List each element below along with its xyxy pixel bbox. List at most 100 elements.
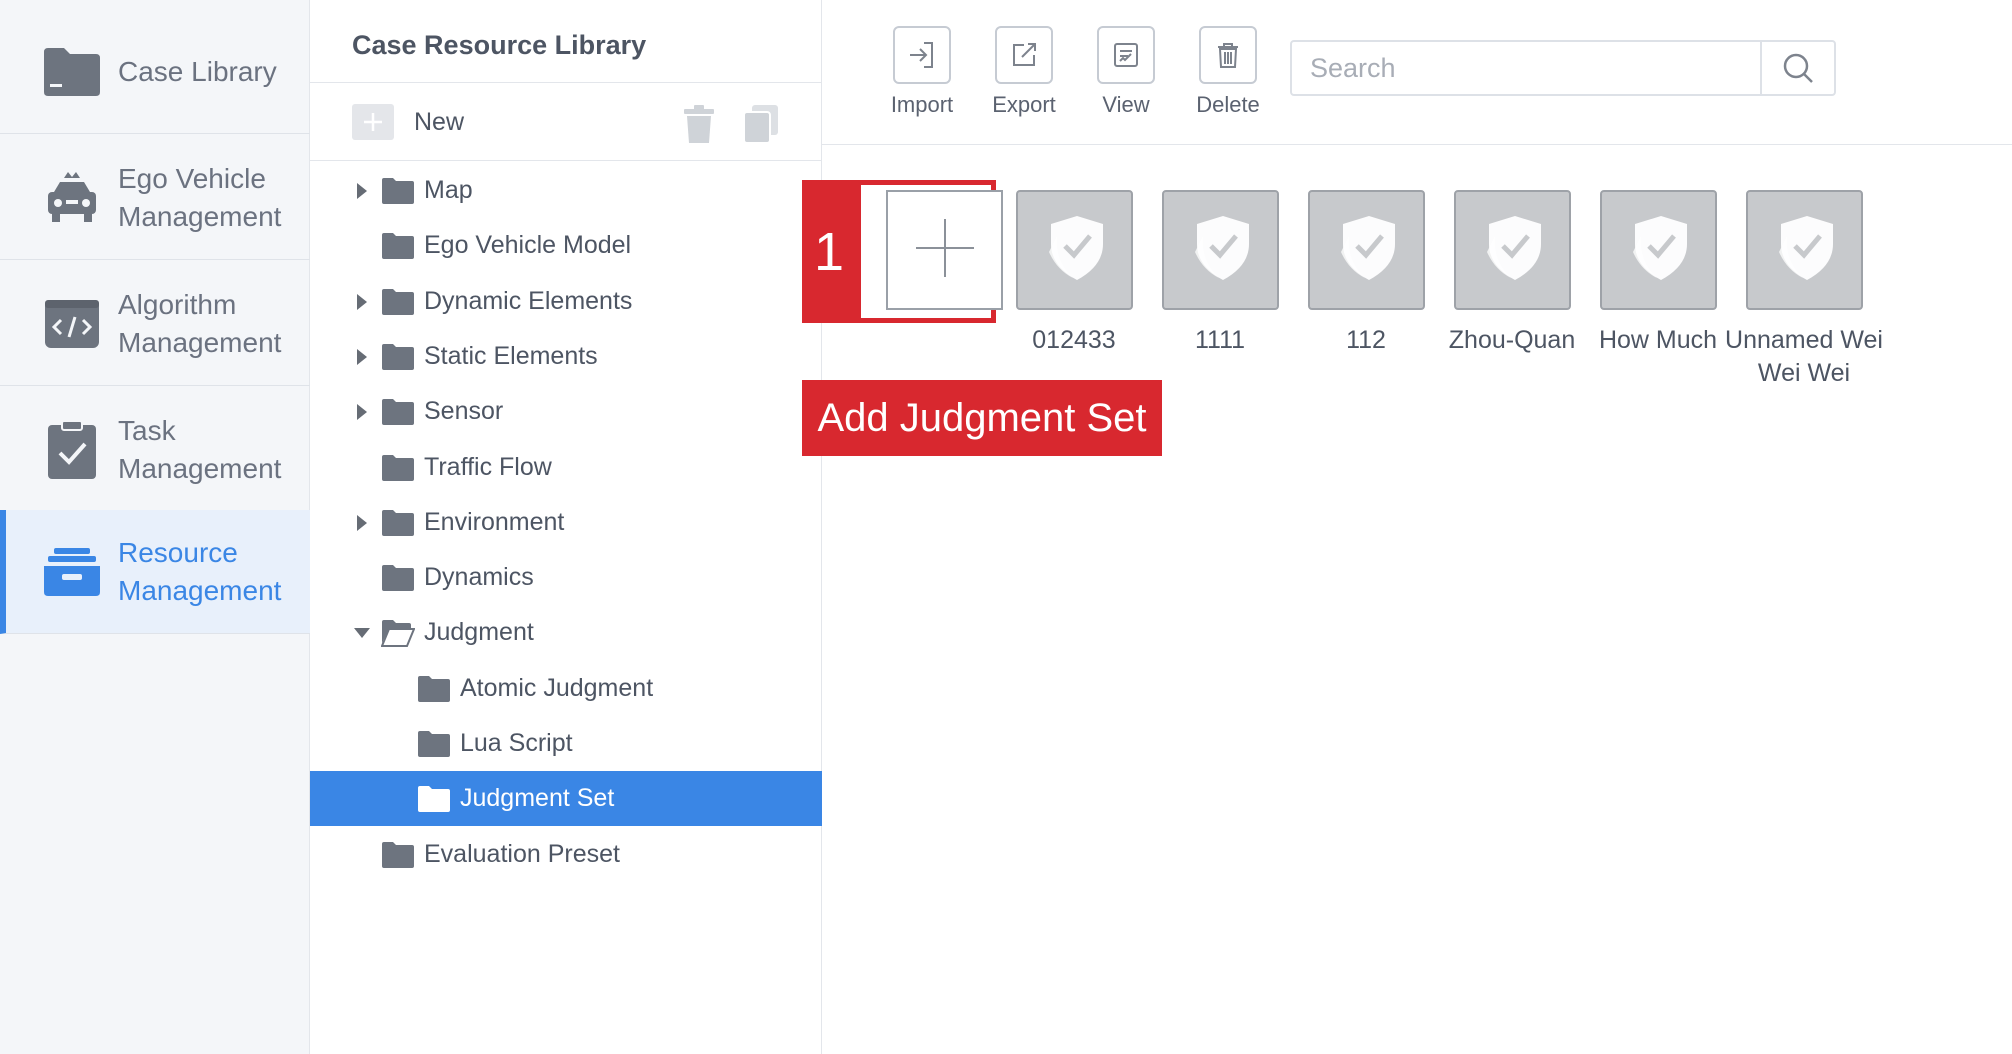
tree-item[interactable]: Map bbox=[310, 163, 822, 218]
tree-toolbar: New bbox=[310, 83, 822, 161]
left-nav: Case Library Ego Vehicle Management Algo… bbox=[0, 0, 310, 1054]
nav-label: Resource Management bbox=[118, 536, 282, 606]
tree-item-label: Atomic Judgment bbox=[460, 674, 654, 702]
panel-title: Case Resource Library bbox=[352, 30, 647, 60]
callout-label: Add Judgment Set bbox=[802, 380, 1162, 456]
add-judgment-set-button[interactable] bbox=[886, 190, 1003, 310]
tree-item-label: Lua Script bbox=[460, 729, 573, 757]
import-icon bbox=[893, 26, 951, 84]
tree-item-label: Evaluation Preset bbox=[424, 840, 620, 868]
clipboard-check-icon bbox=[40, 418, 104, 482]
new-button[interactable]: New bbox=[352, 102, 464, 142]
tree-item-label: Judgment bbox=[424, 618, 534, 646]
tree-item[interactable]: Judgment Set bbox=[310, 771, 822, 826]
tree-item[interactable]: Judgment bbox=[310, 605, 822, 660]
judgment-set-tile[interactable] bbox=[1454, 190, 1571, 310]
callout-step-number: 1 bbox=[802, 180, 856, 323]
view-label: View bbox=[1102, 92, 1150, 117]
tree-item-label: Sensor bbox=[424, 397, 504, 425]
caret-right-icon[interactable] bbox=[353, 181, 371, 201]
tree-item[interactable]: Dynamic Elements bbox=[310, 274, 822, 329]
shield-check-icon bbox=[1043, 212, 1107, 289]
folder-icon bbox=[417, 675, 451, 703]
export-label: Export bbox=[992, 92, 1056, 117]
folder-icon bbox=[417, 785, 451, 813]
nav-label: Case Library bbox=[118, 55, 277, 87]
caret-right-icon[interactable] bbox=[353, 513, 371, 533]
nav-item-case-library[interactable]: Case Library bbox=[0, 10, 310, 134]
tree-item[interactable]: Static Elements bbox=[310, 329, 822, 384]
tree-item[interactable]: Environment bbox=[310, 495, 822, 550]
caret-down-icon[interactable] bbox=[353, 623, 371, 643]
new-button-label: New bbox=[414, 107, 465, 136]
folder-icon bbox=[417, 730, 451, 758]
tree-item[interactable]: Dynamics bbox=[310, 550, 822, 605]
tree-item-label: Judgment Set bbox=[460, 784, 615, 812]
tree-item-label: Traffic Flow bbox=[424, 453, 552, 481]
nav-label: Algorithm Management bbox=[118, 288, 282, 358]
nav-item-ego-vehicle-management[interactable]: Ego Vehicle Management bbox=[0, 136, 310, 260]
judgment-set-tile[interactable] bbox=[1746, 190, 1863, 310]
folder-icon bbox=[381, 564, 415, 592]
judgment-set-label: Unnamed Wei Wei Wei bbox=[1725, 326, 1883, 387]
copy-icon[interactable] bbox=[742, 103, 780, 145]
nav-label: Task Management bbox=[118, 414, 282, 484]
delete-button[interactable]: Delete bbox=[1180, 26, 1280, 122]
search-input[interactable] bbox=[1292, 42, 1760, 94]
tree-item[interactable]: Evaluation Preset bbox=[310, 827, 822, 882]
tree-item-label: Map bbox=[424, 176, 473, 204]
nav-label: Ego Vehicle Management bbox=[118, 162, 282, 232]
shield-check-icon bbox=[1773, 212, 1837, 289]
import-button[interactable]: Import bbox=[874, 26, 974, 122]
judgment-set-label: 112 bbox=[1346, 326, 1386, 354]
folder-icon bbox=[381, 177, 415, 205]
caret-right-icon[interactable] bbox=[353, 292, 371, 312]
tree-item[interactable]: Sensor bbox=[310, 384, 822, 439]
caret-right-icon[interactable] bbox=[353, 402, 371, 422]
judgment-set-tile[interactable] bbox=[1162, 190, 1279, 310]
shield-check-icon bbox=[1481, 212, 1545, 289]
nav-item-algorithm-management[interactable]: Algorithm Management bbox=[0, 262, 310, 386]
judgment-set-label: Zhou-Quan bbox=[1448, 326, 1576, 354]
export-button[interactable]: Export bbox=[976, 26, 1076, 122]
folder-icon bbox=[381, 454, 415, 482]
shield-check-icon bbox=[1189, 212, 1253, 289]
caret-right-icon[interactable] bbox=[353, 347, 371, 367]
judgment-set-tile[interactable] bbox=[1600, 190, 1717, 310]
folder-icon bbox=[381, 398, 415, 426]
tree-item-label: Environment bbox=[424, 508, 565, 536]
plus-icon bbox=[914, 217, 976, 284]
judgment-set-label: How Much bbox=[1598, 326, 1718, 354]
nav-item-resource-management[interactable]: Resource Management bbox=[0, 510, 310, 634]
search-icon[interactable] bbox=[1760, 42, 1834, 94]
folder-icon bbox=[381, 288, 415, 316]
folder-icon bbox=[381, 232, 415, 260]
nav-item-task-management[interactable]: Task Management bbox=[0, 388, 310, 512]
tree-item[interactable]: Traffic Flow bbox=[310, 440, 822, 495]
tree-item-label: Ego Vehicle Model bbox=[424, 231, 632, 259]
folder-icon bbox=[381, 509, 415, 537]
import-label: Import bbox=[890, 92, 954, 117]
tree-item-label: Static Elements bbox=[424, 342, 598, 370]
judgment-set-tile[interactable] bbox=[1308, 190, 1425, 310]
folder-icon bbox=[40, 40, 104, 104]
judgment-set-label: 1111 bbox=[1194, 326, 1246, 354]
tree-item[interactable]: Lua Script bbox=[310, 716, 822, 771]
shield-check-icon bbox=[1627, 212, 1691, 289]
divider bbox=[822, 144, 2012, 145]
export-icon bbox=[995, 26, 1053, 84]
view-button[interactable]: View bbox=[1078, 26, 1178, 122]
code-icon bbox=[40, 292, 104, 356]
trash-icon[interactable] bbox=[682, 105, 716, 145]
judgment-set-tile[interactable] bbox=[1016, 190, 1133, 310]
tree-item-label: Dynamics bbox=[424, 563, 534, 591]
tree-item[interactable]: Atomic Judgment bbox=[310, 661, 822, 716]
judgment-set-label: 012433 bbox=[1032, 326, 1116, 354]
main-content: Import Export View Delete Search 1 Add J… bbox=[802, 0, 2012, 1054]
tree-item-label: Dynamic Elements bbox=[424, 287, 633, 315]
folder-open-icon bbox=[380, 619, 416, 647]
folder-icon bbox=[381, 841, 415, 869]
tree-item[interactable]: Ego Vehicle Model bbox=[310, 218, 822, 273]
shield-check-icon bbox=[1335, 212, 1399, 289]
view-icon bbox=[1097, 26, 1155, 84]
